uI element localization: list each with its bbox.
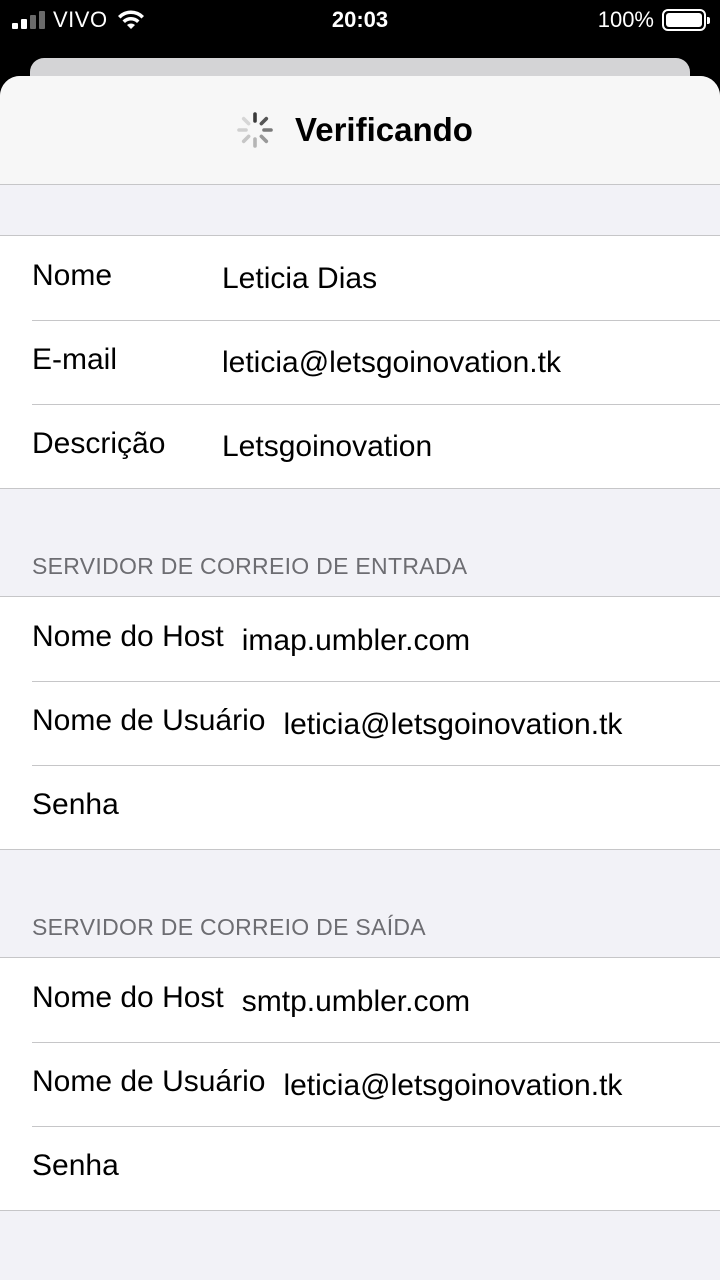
incoming-password-label: Senha	[32, 788, 119, 821]
outgoing-host-field[interactable]: smtp.umbler.com	[242, 985, 470, 1019]
page-title: Verificando	[295, 111, 473, 148]
outgoing-username-field[interactable]: leticia@letsgoinovation.tk	[283, 1069, 622, 1103]
outgoing-server-group: Nome do Host smtp.umbler.com Nome de Usu…	[0, 957, 720, 1211]
battery-percentage: 100%	[597, 7, 654, 32]
incoming-server-header: SERVIDOR DE CORREIO DE ENTRADA	[0, 489, 720, 596]
outgoing-password-label: Senha	[32, 1149, 119, 1182]
status-right: 100%	[597, 7, 710, 33]
email-label: E-mail	[32, 343, 118, 376]
account-info-group: Nome Leticia Dias E-mail leticia@letsgoi…	[0, 235, 720, 489]
incoming-username-label: Nome de Usuário	[32, 704, 266, 737]
navigation-bar: Verificando	[0, 76, 720, 185]
description-label: Descrição	[32, 427, 166, 460]
name-label: Nome	[32, 259, 113, 292]
incoming-host-row[interactable]: Nome do Host imap.umbler.com	[0, 597, 720, 681]
incoming-server-group: Nome do Host imap.umbler.com Nome de Usu…	[0, 596, 720, 850]
outgoing-username-label: Nome de Usuário	[32, 1065, 266, 1098]
incoming-host-field[interactable]: imap.umbler.com	[242, 624, 470, 658]
description-field[interactable]: Letsgoinovation	[222, 430, 432, 464]
battery-icon	[662, 9, 710, 31]
description-row[interactable]: Descrição Letsgoinovation	[0, 404, 720, 488]
email-row[interactable]: E-mail leticia@letsgoinovation.tk	[0, 320, 720, 404]
name-row[interactable]: Nome Leticia Dias	[0, 236, 720, 320]
outgoing-host-label: Nome do Host	[32, 981, 224, 1014]
incoming-username-field[interactable]: leticia@letsgoinovation.tk	[283, 708, 622, 742]
outgoing-server-header: SERVIDOR DE CORREIO DE SAÍDA	[0, 850, 720, 957]
incoming-server-header-text: SERVIDOR DE CORREIO DE ENTRADA	[32, 553, 468, 579]
outgoing-password-row[interactable]: Senha	[0, 1126, 720, 1210]
incoming-host-label: Nome do Host	[32, 620, 224, 653]
loading-spinner-icon	[237, 112, 273, 148]
incoming-password-row[interactable]: Senha	[0, 765, 720, 849]
account-sheet: Verificando Nome Leticia Dias E-mail let…	[0, 76, 720, 1280]
email-field[interactable]: leticia@letsgoinovation.tk	[222, 346, 561, 380]
incoming-username-row[interactable]: Nome de Usuário leticia@letsgoinovation.…	[0, 681, 720, 765]
outgoing-host-row[interactable]: Nome do Host smtp.umbler.com	[0, 958, 720, 1042]
status-bar: VIVO 20:03 100%	[0, 0, 720, 40]
outgoing-username-row[interactable]: Nome de Usuário leticia@letsgoinovation.…	[0, 1042, 720, 1126]
name-field[interactable]: Leticia Dias	[222, 262, 377, 296]
outgoing-server-header-text: SERVIDOR DE CORREIO DE SAÍDA	[32, 914, 426, 940]
